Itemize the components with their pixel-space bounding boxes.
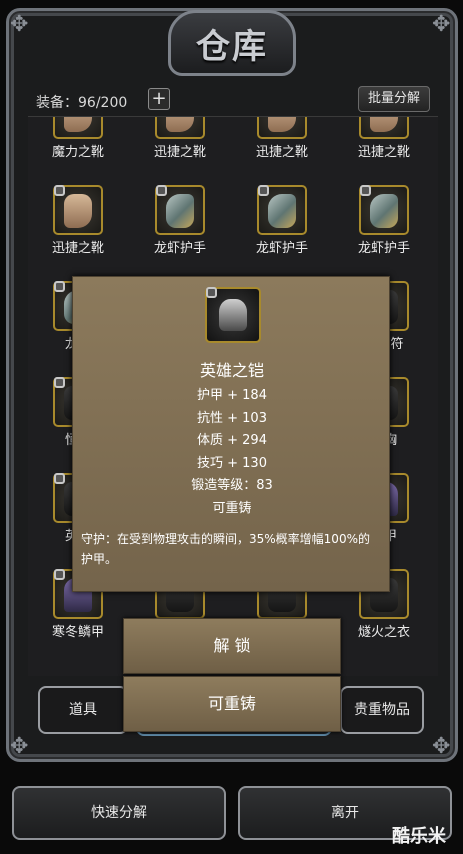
item-slot[interactable] bbox=[359, 117, 409, 139]
tab-items[interactable]: 道具 bbox=[38, 686, 128, 734]
item-label: 龙虾护手 bbox=[357, 241, 410, 256]
lock-icon bbox=[54, 569, 65, 580]
popup-item-slot bbox=[205, 287, 261, 343]
item-cell[interactable]: 龙虾护手 bbox=[232, 185, 332, 281]
lock-icon bbox=[54, 185, 65, 196]
page-title: 仓库 bbox=[196, 26, 268, 67]
lock-icon bbox=[360, 185, 371, 196]
lock-icon bbox=[54, 377, 65, 388]
lock-icon bbox=[156, 185, 167, 196]
item-label: 燧火之衣 bbox=[357, 625, 410, 640]
popup-description: 守护：在受到物理攻击的瞬间，35%概率增幅100%的护甲。 bbox=[81, 532, 370, 566]
item-label: 迅捷之靴 bbox=[357, 145, 410, 160]
popup-stats: 护甲 + 184 抗性 + 103 体质 + 294 技巧 + 130 锻造等级… bbox=[73, 385, 391, 520]
title-plate: 仓库 bbox=[168, 10, 296, 76]
helmet-armor-icon bbox=[219, 299, 247, 331]
equip-count: 装备：96/200 bbox=[36, 95, 128, 111]
stat-line: 体质 + 294 bbox=[197, 433, 267, 448]
item-label: 寒冬鳞甲 bbox=[51, 625, 104, 640]
tab-valuables[interactable]: 贵重物品 bbox=[340, 686, 424, 734]
expand-capacity-button[interactable]: + bbox=[148, 88, 170, 110]
boot-icon bbox=[166, 117, 194, 132]
item-slot[interactable] bbox=[257, 185, 307, 235]
item-cell[interactable]: 迅捷之靴 bbox=[232, 117, 332, 185]
gauntlet-icon bbox=[166, 194, 194, 228]
item-slot[interactable] bbox=[257, 117, 307, 139]
quick-decompose-button[interactable]: 快速分解 bbox=[12, 786, 226, 840]
item-cell[interactable]: 龙虾护手 bbox=[334, 185, 434, 281]
item-cell[interactable]: 魔力之靴 bbox=[28, 117, 128, 185]
item-cell[interactable]: 迅捷之靴 bbox=[130, 117, 230, 185]
item-cell[interactable]: 迅捷之靴 bbox=[28, 185, 128, 281]
batch-decompose-button[interactable]: 批量分解 bbox=[358, 86, 430, 112]
item-slot[interactable] bbox=[53, 117, 103, 139]
item-label: 迅捷之靴 bbox=[153, 145, 206, 160]
corner-ornament-icon: ✥ bbox=[10, 12, 29, 37]
item-label: 迅捷之靴 bbox=[255, 145, 308, 160]
corner-ornament-icon: ✥ bbox=[432, 12, 451, 37]
recast-button[interactable]: 可重铸 bbox=[123, 676, 341, 732]
watermark: 酷乐米 bbox=[392, 826, 446, 847]
item-slot[interactable] bbox=[155, 117, 205, 139]
lock-icon bbox=[258, 185, 269, 196]
warehouse-toolbar: 装备：96/200 + 批量分解 bbox=[30, 86, 434, 116]
lock-icon bbox=[206, 287, 217, 298]
item-cell[interactable]: 迅捷之靴 bbox=[334, 117, 434, 185]
corner-ornament-icon: ✥ bbox=[10, 734, 29, 759]
corner-ornament-icon: ✥ bbox=[432, 734, 451, 759]
popup-item-name: 英雄之铠 bbox=[199, 361, 264, 380]
stat-line: 可重铸 bbox=[212, 500, 252, 516]
stat-line: 技巧 + 130 bbox=[197, 455, 267, 471]
item-label: 龙虾护手 bbox=[255, 241, 308, 256]
boot-icon bbox=[370, 117, 398, 132]
item-label: 龙虾护手 bbox=[153, 241, 206, 256]
lock-icon bbox=[54, 281, 65, 292]
item-slot[interactable] bbox=[155, 185, 205, 235]
item-label: 迅捷之靴 bbox=[51, 241, 104, 256]
lock-icon bbox=[54, 473, 65, 484]
boot-icon bbox=[64, 194, 92, 228]
item-detail-popup: 英雄之铠 护甲 + 184 抗性 + 103 体质 + 294 技巧 + 130… bbox=[72, 276, 390, 592]
boot-icon bbox=[64, 117, 92, 132]
boot-icon bbox=[268, 117, 296, 132]
gauntlet-icon bbox=[370, 194, 398, 228]
stat-line: 抗性 + 103 bbox=[197, 410, 267, 426]
item-cell[interactable]: 龙虾护手 bbox=[130, 185, 230, 281]
stat-line: 护甲 + 184 bbox=[197, 388, 267, 403]
item-slot[interactable] bbox=[53, 185, 103, 235]
stat-line: 锻造等级：83 bbox=[191, 478, 273, 493]
item-label: 魔力之靴 bbox=[51, 145, 104, 160]
unlock-button[interactable]: 解 锁 bbox=[123, 618, 341, 674]
gauntlet-icon bbox=[268, 194, 296, 228]
item-slot[interactable] bbox=[359, 185, 409, 235]
